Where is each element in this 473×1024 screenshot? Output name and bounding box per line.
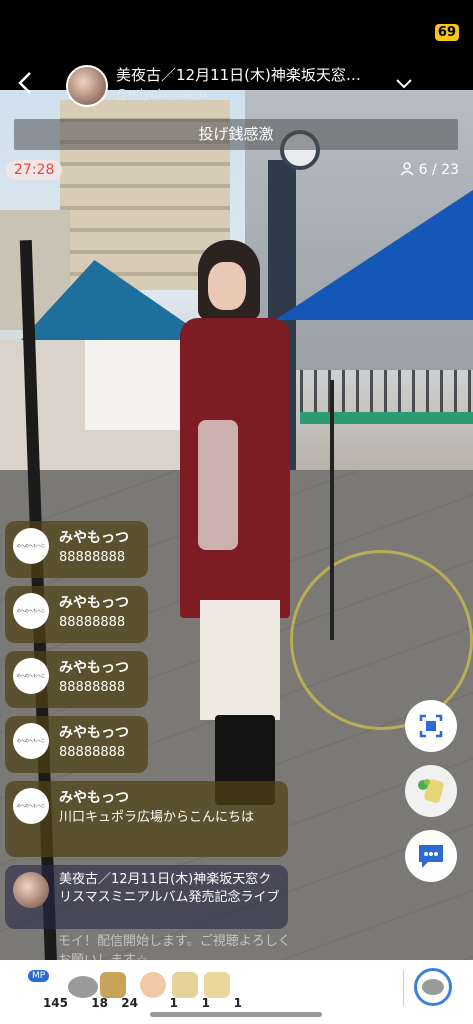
back-button[interactable]	[14, 70, 44, 100]
gift-item[interactable]: 1	[198, 966, 242, 1010]
comment-item[interactable]: 美夜古／12月11日(木)神楽坂天窓クリスマスミニアルバム発売記念ライブ	[5, 865, 288, 929]
crop-icon	[419, 714, 443, 738]
coin-throw-button[interactable]	[414, 968, 452, 1006]
battery-indicator: 69	[434, 24, 459, 41]
commenter-avatar: のへのへもへじ	[13, 528, 49, 564]
commenter-avatar: のへのへもへじ	[13, 723, 49, 759]
screenshot-button[interactable]	[405, 700, 457, 752]
home-indicator[interactable]	[150, 1012, 322, 1017]
comment-item[interactable]: のへのへもへじ みやもっつ 川口キュポラ広場からこんにちは	[5, 781, 288, 857]
comment-text: 88888888	[59, 680, 126, 695]
elapsed-timer: 27:28	[6, 160, 63, 180]
commenter-avatar: のへのへもへじ	[13, 788, 49, 824]
streamer-handle[interactable]: @miyakonosco	[116, 87, 206, 101]
railing	[300, 412, 473, 424]
comment-text: 88888888	[59, 615, 126, 630]
heart-item-icon	[172, 972, 198, 998]
chat-button[interactable]	[405, 830, 457, 882]
commenter-name: みやもっつ	[59, 595, 129, 611]
mp-badge: MP	[28, 970, 50, 982]
cables	[290, 550, 473, 730]
clap-icon	[140, 972, 166, 998]
commenter-avatar: のへのへもへじ	[13, 593, 49, 629]
commenter-name: みやもっつ	[59, 660, 129, 676]
status-bar: 69	[0, 0, 473, 60]
comment-item[interactable]: のへのへもへじ みやもっつ 88888888	[5, 521, 148, 578]
gift-icon	[418, 779, 444, 803]
divider	[403, 970, 404, 1006]
commenter-name: みやもっつ	[59, 530, 129, 546]
comment-text: 美夜古／12月11日(木)神楽坂天窓クリスマスミニアルバム発売記念ライブ	[59, 872, 280, 905]
chevron-down-icon	[396, 79, 412, 89]
stream-header: 美夜古／12月11日(木)神楽坂天窓… @miyakonosco	[0, 60, 473, 110]
gift-banner[interactable]: 投げ銭感激	[14, 119, 458, 150]
viewer-count-text: 6 / 23	[418, 162, 459, 178]
comment-text: 88888888	[59, 550, 126, 565]
coin-icon	[422, 979, 444, 995]
stream-title[interactable]: 美夜古／12月11日(木)神楽坂天窓…	[116, 64, 386, 85]
gift-item-icon	[204, 972, 230, 998]
expand-button[interactable]	[395, 74, 413, 95]
comment-text: 88888888	[59, 745, 126, 760]
item-count: 1	[233, 996, 242, 1010]
person-icon	[400, 162, 414, 176]
present-item[interactable]: 24	[94, 966, 138, 1010]
comment-item[interactable]: のへのへもへじ みやもっつ 88888888	[5, 651, 148, 708]
commenter-name: みやもっつ	[59, 725, 129, 741]
mic-stand	[330, 380, 334, 640]
comment-text: 川口キュポラ広場からこんにちは	[59, 810, 255, 825]
viewer-count: 6 / 23	[400, 162, 459, 178]
comment-item[interactable]: のへのへもへじ みやもっつ 88888888	[5, 716, 148, 773]
commenter-name: みやもっつ	[59, 790, 129, 806]
mp-item[interactable]: MP 145	[24, 966, 68, 1010]
streamer-avatar[interactable]	[66, 65, 108, 107]
chat-icon	[419, 845, 443, 868]
streamer-avatar	[13, 872, 49, 908]
performer	[160, 240, 300, 820]
commenter-avatar: のへのへもへじ	[13, 658, 49, 694]
chevron-left-icon	[18, 72, 31, 94]
comment-item[interactable]: のへのへもへじ みやもっつ 88888888	[5, 586, 148, 643]
gift-button[interactable]	[405, 765, 457, 817]
present-icon	[100, 972, 126, 998]
